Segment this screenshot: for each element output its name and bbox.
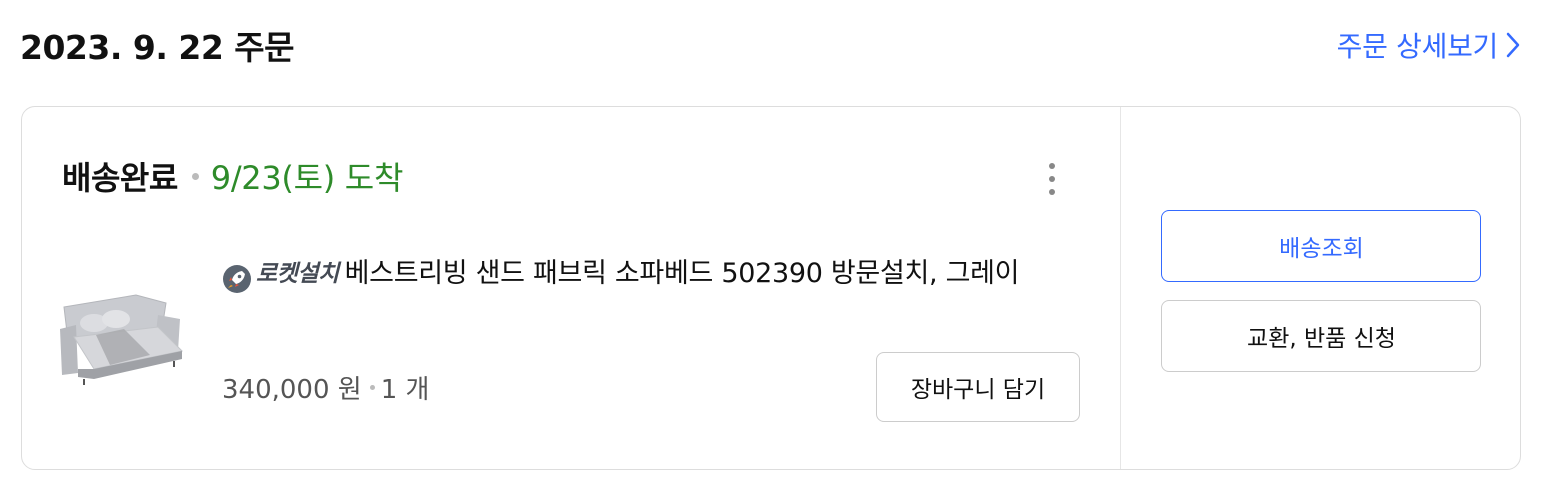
product-image[interactable] bbox=[54, 289, 194, 389]
sofa-bed-image bbox=[60, 294, 184, 385]
track-delivery-button[interactable]: 배송조회 bbox=[1161, 210, 1482, 282]
exchange-return-button[interactable]: 교환, 반품 신청 bbox=[1161, 300, 1482, 372]
delivery-status: 배송완료 bbox=[62, 159, 178, 197]
more-vertical-icon-dot bbox=[1049, 176, 1055, 182]
product-title[interactable]: 로켓설치 베스트리빙 샌드 패브릭 소파베드 502390 방문설치, 그레이 bbox=[222, 251, 1092, 297]
order-card-main: 배송완료 9/23(토) 도착 로켓설치 베스트리빙 샌드 패브릭 소파베드 5… bbox=[22, 107, 1120, 469]
order-actions-panel: 배송조회 교환, 반품 신청 bbox=[1120, 107, 1520, 469]
order-date: 2023. 9. 22 주문 bbox=[20, 28, 295, 67]
product-info: 로켓설치 베스트리빙 샌드 패브릭 소파베드 502390 방문설치, 그레이 bbox=[222, 251, 1092, 297]
order-detail-link[interactable]: 주문 상세보기 bbox=[1337, 25, 1520, 65]
rocket-icon bbox=[223, 264, 251, 293]
price-row: 340,000 원 1 개 bbox=[222, 369, 429, 406]
order-header: 2023. 9. 22 주문 주문 상세보기 bbox=[20, 18, 1520, 72]
more-options-button[interactable] bbox=[1038, 159, 1066, 199]
status-separator-dot bbox=[191, 172, 199, 180]
add-to-cart-button[interactable]: 장바구니 담기 bbox=[876, 352, 1080, 422]
more-vertical-icon-dot bbox=[1049, 163, 1055, 169]
order-card: 배송완료 9/23(토) 도착 로켓설치 베스트리빙 샌드 패브릭 소파베드 5… bbox=[21, 106, 1521, 470]
arrival-date: 9/23(토) 도착 bbox=[210, 159, 404, 197]
product-quantity: 1 개 bbox=[380, 375, 430, 405]
chevron-right-icon bbox=[1506, 32, 1520, 58]
rocket-install-badge: 로켓설치 bbox=[222, 251, 339, 297]
product-price: 340,000 원 bbox=[222, 375, 362, 405]
delivery-status-row: 배송완료 9/23(토) 도착 bbox=[62, 153, 403, 199]
product-name[interactable]: 베스트리빙 샌드 패브릭 소파베드 502390 방문설치, 그레이 bbox=[345, 258, 1020, 289]
more-vertical-icon-dot bbox=[1049, 189, 1055, 195]
price-separator-dot bbox=[369, 385, 375, 390]
badge-label: 로켓설치 bbox=[256, 261, 339, 287]
order-detail-label: 주문 상세보기 bbox=[1336, 30, 1499, 63]
